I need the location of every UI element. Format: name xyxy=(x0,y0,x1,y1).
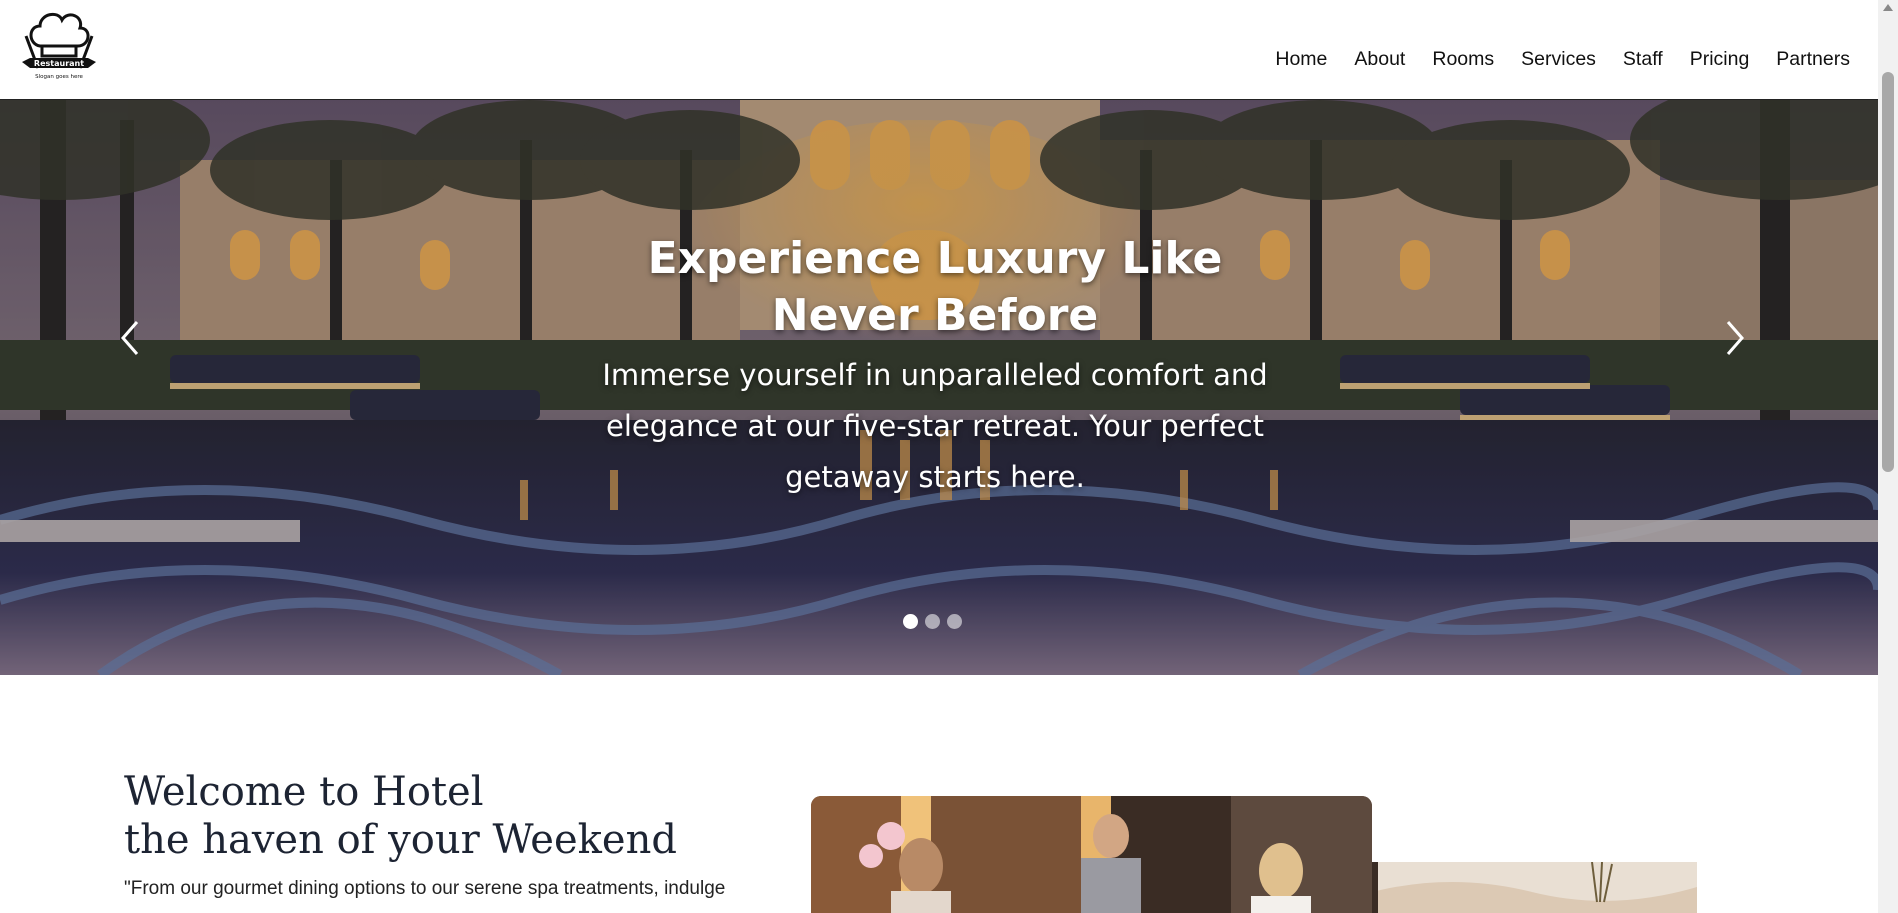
welcome-heading-line1: Welcome to Hotel xyxy=(124,769,484,815)
welcome-section: Welcome to Hotel the haven of your Weeke… xyxy=(124,768,784,902)
carousel-dot-3[interactable] xyxy=(947,614,962,629)
desert-image xyxy=(1372,862,1697,913)
welcome-text: "From our gourmet dining options to our … xyxy=(124,878,726,899)
nav-pricing[interactable]: Pricing xyxy=(1690,48,1750,71)
nav-partners[interactable]: Partners xyxy=(1776,48,1850,71)
nav-about[interactable]: About xyxy=(1354,48,1405,71)
site-header: Restaurant Slogan goes here Home About R… xyxy=(0,0,1878,100)
carousel-indicators xyxy=(903,614,962,629)
scroll-up-arrow-icon[interactable] xyxy=(1883,4,1893,11)
welcome-heading-line2: the haven of your Weekend xyxy=(124,817,677,863)
chevron-left-icon xyxy=(121,321,139,355)
logo-text: Restaurant xyxy=(34,59,84,68)
page-scrollbar[interactable] xyxy=(1878,0,1898,913)
reception-photo xyxy=(811,796,1372,913)
carousel-prev-button[interactable] xyxy=(115,318,145,358)
hero-title: Experience Luxury Like Never Before xyxy=(647,233,1223,341)
carousel-dot-1[interactable] xyxy=(903,614,918,629)
chevron-right-icon xyxy=(1726,321,1744,355)
nav-rooms[interactable]: Rooms xyxy=(1432,48,1494,71)
carousel-next-button[interactable] xyxy=(1720,318,1750,358)
nav-staff[interactable]: Staff xyxy=(1623,48,1663,71)
reception-image xyxy=(811,796,1372,913)
desert-photo xyxy=(1372,862,1697,913)
nav-services[interactable]: Services xyxy=(1521,48,1596,71)
welcome-heading: Welcome to Hotel the haven of your Weeke… xyxy=(124,768,784,864)
hero-caption: Experience Luxury Like Never Before Imme… xyxy=(600,230,1270,503)
hero-carousel: Experience Luxury Like Never Before Imme… xyxy=(0,100,1878,675)
carousel-dot-2[interactable] xyxy=(925,614,940,629)
chef-hat-logo-icon: Restaurant Slogan goes here xyxy=(22,12,96,80)
restaurant-logo[interactable]: Restaurant Slogan goes here xyxy=(18,6,98,86)
hero-subtitle: Immerse yourself in unparalleled comfort… xyxy=(602,358,1268,494)
nav-home[interactable]: Home xyxy=(1275,48,1327,71)
main-nav: Home About Rooms Services Staff Pricing … xyxy=(1248,48,1850,71)
scroll-thumb[interactable] xyxy=(1882,72,1894,472)
logo-slogan: Slogan goes here xyxy=(35,74,83,80)
